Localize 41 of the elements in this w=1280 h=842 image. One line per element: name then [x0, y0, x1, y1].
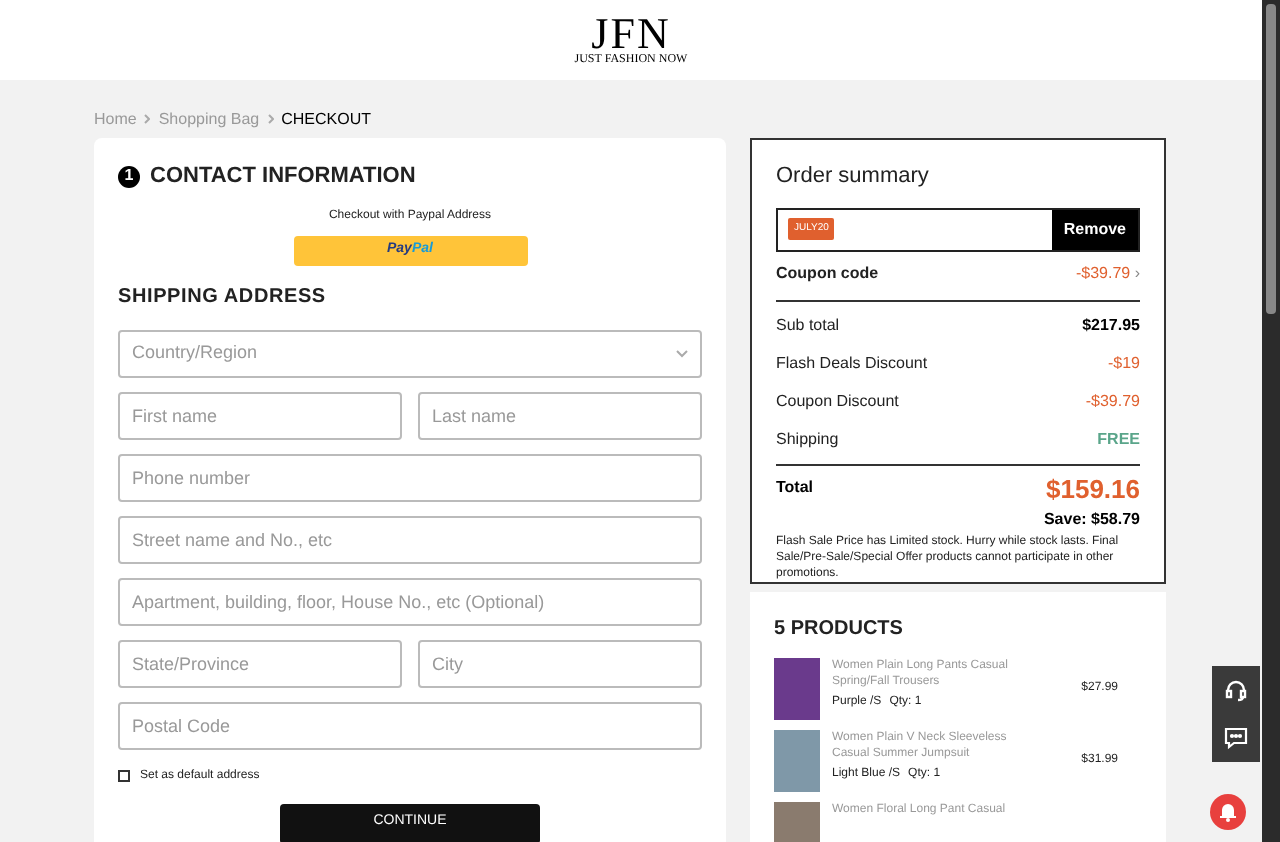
input-field[interactable]: Apartment, building, floor, House No., etc (Optional) — [118, 577, 702, 625]
input-field[interactable]: Last name — [418, 391, 702, 439]
country-select[interactable]: Country/Region — [118, 329, 702, 377]
step-number: 1 — [118, 165, 140, 188]
summary-value: $217.95 — [1082, 313, 1140, 337]
scrollbar[interactable] — [1262, 0, 1280, 842]
input-field[interactable]: City — [418, 639, 702, 687]
total-value: $159.16 — [1046, 471, 1140, 507]
panel-title: 5 PRODUCTS — [774, 616, 905, 644]
input-field[interactable]: Street name and No., etc — [118, 515, 702, 563]
coupon-label: Coupon code — [776, 261, 879, 285]
coupon-value[interactable]: -$39.79 › — [1075, 261, 1140, 285]
total-label: Total — [776, 476, 814, 501]
default-address-checkbox[interactable] — [118, 770, 130, 782]
breadcrumb-link[interactable]: CHECKOUT — [281, 107, 371, 131]
chevron-right-icon — [267, 114, 274, 124]
summary-value: FREE — [1097, 427, 1140, 451]
summary-value: -$39.79 — [1085, 389, 1140, 413]
headset-icon[interactable] — [1224, 678, 1248, 702]
breadcrumb-link[interactable]: Shopping Bag — [158, 107, 260, 131]
summary-label: Shipping — [776, 427, 839, 451]
summary-label: Sub total — [776, 313, 840, 337]
remove-button[interactable]: Remove — [1051, 209, 1138, 249]
section-title: SHIPPING ADDRESS — [118, 283, 328, 311]
chat-icon[interactable] — [1224, 726, 1248, 750]
chevron-down-icon — [676, 349, 688, 357]
scrollbar-thumb[interactable] — [1266, 4, 1276, 314]
summary-label: Flash Deals Discount — [776, 351, 928, 375]
section-title: CONTACT INFORMATION — [150, 162, 416, 192]
notification-bell-icon[interactable] — [1210, 794, 1246, 830]
chevron-right-icon — [144, 114, 151, 124]
panel-title: Order summary — [776, 162, 931, 192]
summary-value: -$19 — [1107, 351, 1140, 375]
input-field[interactable]: Phone number — [118, 453, 702, 501]
logo[interactable]: JFN — [591, 13, 671, 53]
summary-label: Coupon Discount — [776, 389, 899, 413]
input-field[interactable]: State/Province — [118, 639, 402, 687]
input-field[interactable]: First name — [118, 391, 402, 439]
savings-text: Save: $58.79 — [1043, 508, 1140, 532]
breadcrumb-link[interactable]: Home — [94, 107, 137, 131]
input-field[interactable]: Postal Code — [118, 701, 702, 749]
